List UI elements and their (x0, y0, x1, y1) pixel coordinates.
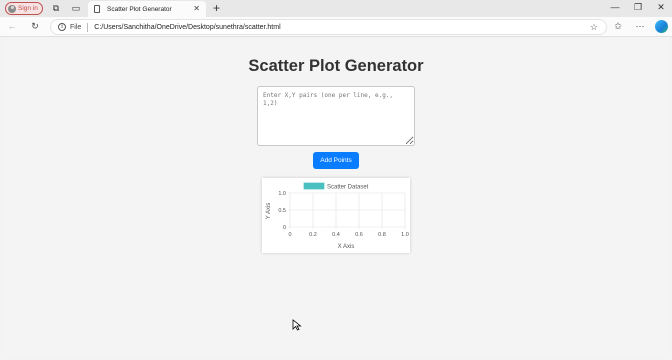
chart-grid (288, 192, 406, 229)
tab-strip: Sign in ⧉ ▭ Scatter Plot Generator ✕ + —… (0, 0, 672, 17)
address-url: C:/Users/Sanchitha/OneDrive/Desktop/sune… (94, 23, 281, 31)
back-icon[interactable]: ← (6, 21, 18, 31)
favorites-icon[interactable]: ✩ (612, 21, 624, 32)
close-window-icon[interactable]: ✕ (655, 2, 667, 13)
page-content: Scatter Plot Generator Add Points 0 0.2 0.… (2, 38, 670, 358)
scatter-chart: 0 0.2 0.4 0.6 0.8 1.0 0 0.5 1.0 Scatter Dataset… (266, 182, 409, 250)
info-icon[interactable]: i (58, 23, 66, 31)
y-tick-label: 0.5 (278, 208, 286, 214)
y-tick-label: 1.0 (278, 191, 286, 197)
tab-scatter-plot[interactable]: Scatter Plot Generator ✕ (88, 1, 206, 17)
tab-actions-icon[interactable]: ▭ (71, 3, 81, 13)
chart-card: 0 0.2 0.4 0.6 0.8 1.0 0 0.5 1.0 Scatter Dataset… (262, 178, 410, 253)
copilot-icon[interactable] (655, 20, 668, 33)
close-tab-icon[interactable]: ✕ (193, 4, 200, 13)
legend-swatch (303, 182, 325, 190)
favorite-star-icon[interactable]: ☆ (590, 22, 598, 33)
sign-in-label: Sign in (18, 5, 38, 12)
address-scheme: File (70, 23, 82, 31)
more-options-icon[interactable]: ⋯ (634, 21, 646, 32)
navigation-bar: ← ↻ i File C:/Users/Sanchitha/OneDrive/D… (0, 17, 672, 37)
y-axis-label: Y Axis (266, 203, 272, 220)
x-tick-label: 0 (288, 232, 291, 238)
legend-label: Scatter Dataset (327, 185, 369, 191)
sign-in-button[interactable]: Sign in (5, 2, 43, 15)
add-points-button[interactable]: Add Points (313, 152, 359, 169)
address-bar[interactable]: i File C:/Users/Sanchitha/OneDrive/Deskt… (50, 19, 607, 35)
page-title: Scatter Plot Generator (248, 57, 424, 75)
avatar-icon (8, 4, 16, 13)
x-tick-label: 0.4 (332, 232, 340, 238)
points-input[interactable] (257, 86, 415, 146)
mouse-cursor-icon (292, 319, 302, 331)
y-tick-labels: 0 0.5 1.0 (278, 191, 286, 231)
x-tick-label: 0.6 (355, 232, 363, 238)
x-tick-label: 0.8 (378, 232, 386, 238)
address-divider (87, 22, 89, 32)
workspaces-icon[interactable]: ⧉ (51, 3, 61, 13)
refresh-icon[interactable]: ↻ (29, 21, 41, 32)
y-tick-label: 0 (283, 225, 286, 231)
new-tab-icon[interactable]: + (213, 1, 220, 15)
minimize-icon[interactable]: — (609, 2, 621, 12)
x-tick-label: 0.2 (309, 232, 317, 238)
x-tick-labels: 0 0.2 0.4 0.6 0.8 1.0 (288, 232, 408, 238)
maximize-icon[interactable]: ❐ (632, 2, 644, 13)
x-axis-label: X Axis (338, 244, 355, 250)
page-icon (94, 5, 100, 13)
tab-title: Scatter Plot Generator (107, 5, 172, 13)
x-tick-label: 1.0 (401, 232, 409, 238)
